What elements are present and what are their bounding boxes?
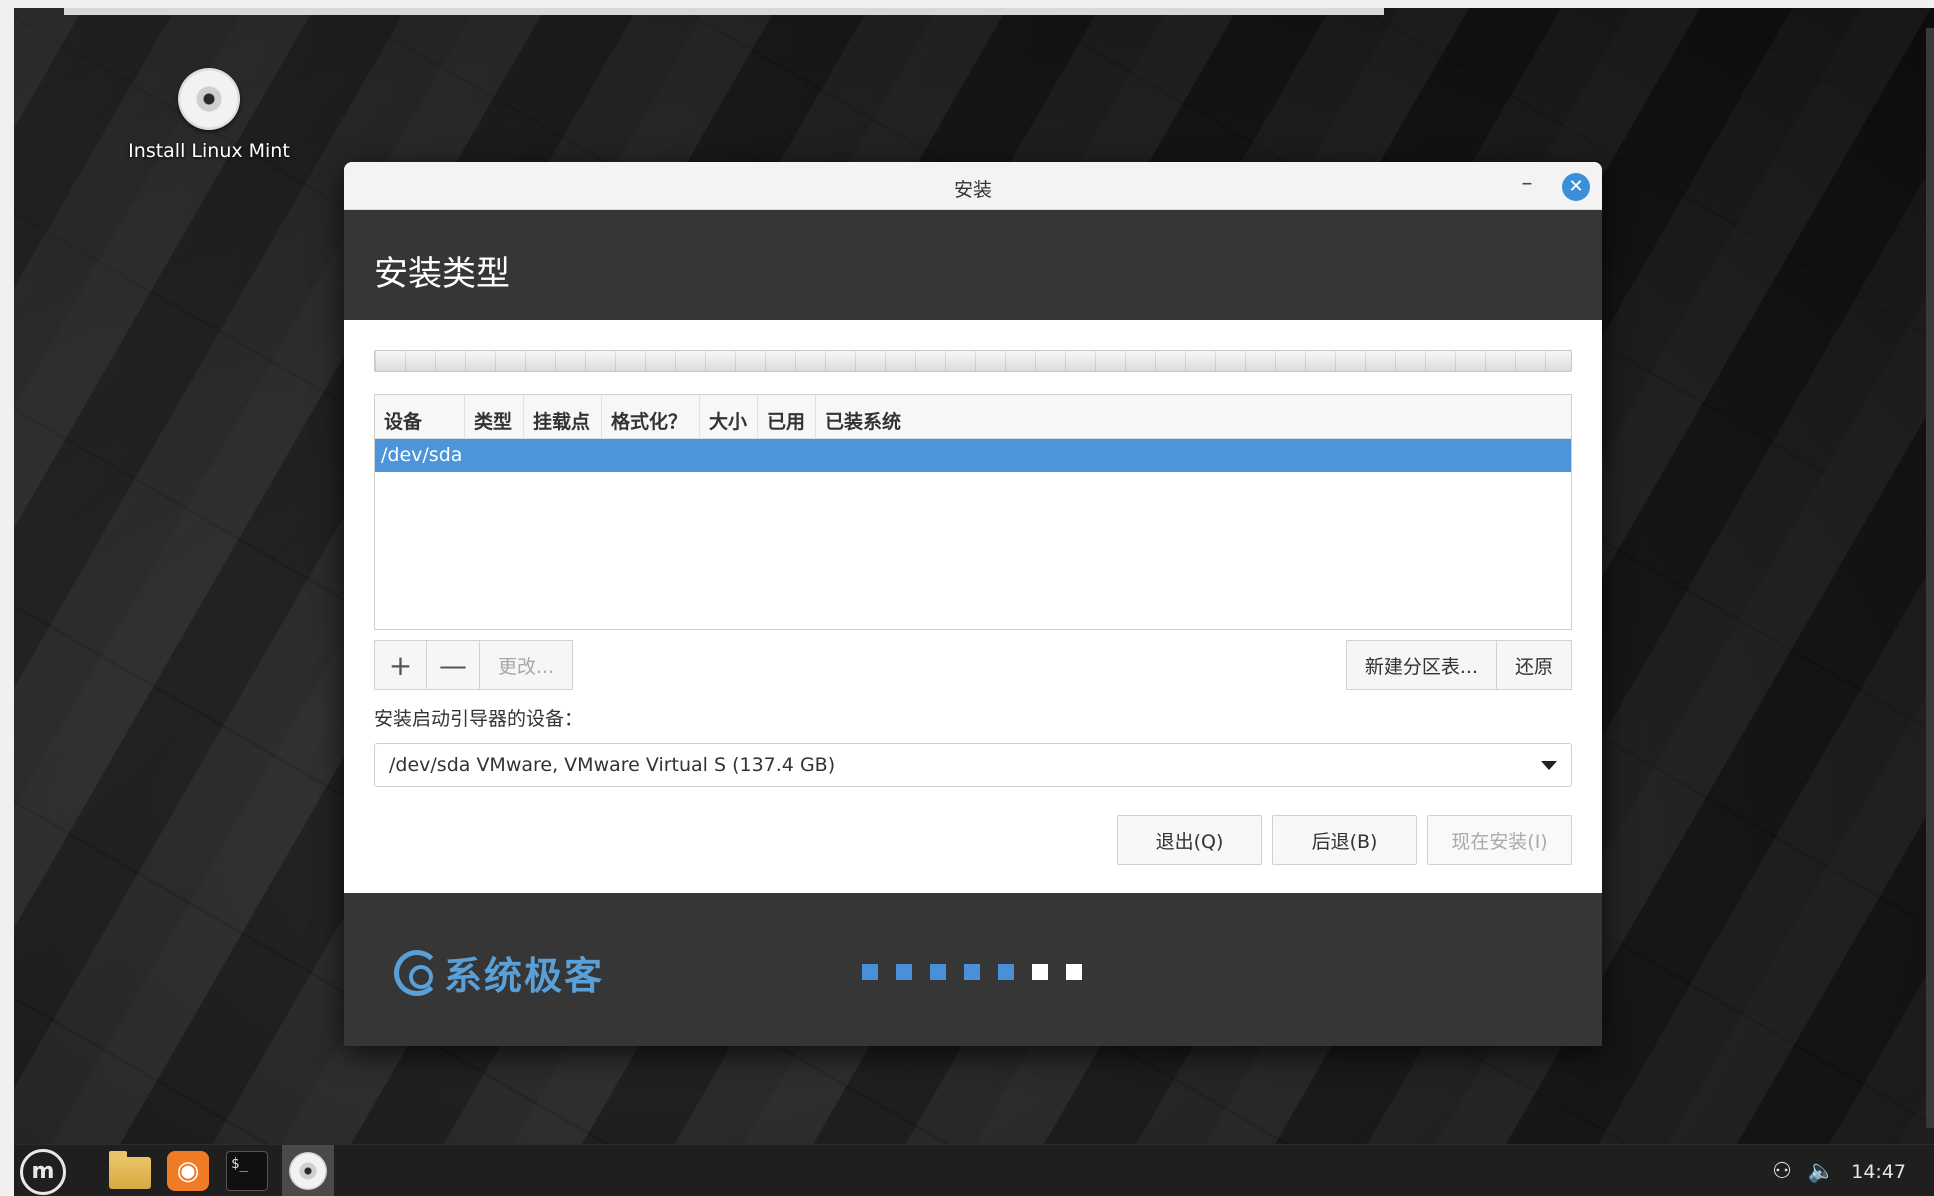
action-buttons: 退出(Q) 后退(B) 现在安装(I): [1117, 815, 1572, 865]
bootloader-selected-value: /dev/sda VMware, VMware Virtual S (137.4…: [389, 754, 836, 776]
column-header-device[interactable]: 设备: [375, 395, 465, 438]
column-header-format[interactable]: 格式化？: [602, 395, 700, 438]
dropdown-arrow-icon: [1541, 760, 1557, 770]
quit-button[interactable]: 退出(Q): [1117, 815, 1262, 865]
terminal-icon[interactable]: $_: [226, 1151, 268, 1191]
brand-logo-icon: [394, 949, 440, 996]
column-header-size[interactable]: 大小: [700, 395, 758, 438]
disc-icon: [178, 68, 240, 130]
partition-bar: [374, 350, 1572, 372]
step-dot-done: [998, 964, 1014, 980]
step-dot-done: [964, 964, 980, 980]
desktop: Install Linux Mint 安装 – ✕ 安装类型 设备 类型 挂载点…: [14, 8, 1934, 1196]
step-dot-done: [930, 964, 946, 980]
install-now-button[interactable]: 现在安装(I): [1427, 815, 1572, 865]
bootloader-device-select[interactable]: /dev/sda VMware, VMware Virtual S (137.4…: [374, 743, 1572, 787]
table-button-group: 新建分区表... 还原: [1345, 640, 1572, 690]
new-partition-table-button[interactable]: 新建分区表...: [1345, 640, 1497, 690]
volume-icon[interactable]: 🔈: [1808, 1159, 1835, 1184]
network-icon[interactable]: ⚇: [1772, 1159, 1792, 1184]
step-dot-done: [896, 964, 912, 980]
revert-button[interactable]: 还原: [1496, 640, 1572, 690]
edit-button-group: + — 更改...: [374, 640, 574, 690]
back-button[interactable]: 后退(B): [1272, 815, 1417, 865]
remove-partition-button[interactable]: —: [427, 640, 480, 690]
installer-disc-icon: [289, 1152, 327, 1190]
column-header-system[interactable]: 已装系统: [816, 395, 1571, 438]
installer-window: 安装 – ✕ 安装类型 设备 类型 挂载点 格式化？ 大小 已用 已装系统 /d…: [344, 162, 1602, 1046]
firefox-icon[interactable]: ◉: [167, 1151, 209, 1191]
content-area: 设备 类型 挂载点 格式化？ 大小 已用 已装系统 /dev/sda + — 更…: [344, 320, 1602, 893]
close-button[interactable]: ✕: [1562, 173, 1590, 201]
row-device: /dev/sda: [381, 444, 463, 466]
desktop-icon-label: Install Linux Mint: [128, 140, 290, 162]
system-tray: ⚇ 🔈 14:47: [1772, 1159, 1906, 1184]
mint-menu-button[interactable]: m: [20, 1149, 66, 1195]
bootloader-label: 安装启动引导器的设备：: [374, 708, 584, 730]
installer-footer: 系统极客: [344, 893, 1602, 1046]
partition-table: 设备 类型 挂载点 格式化？ 大小 已用 已装系统 /dev/sda: [374, 394, 1572, 630]
title-bar[interactable]: 安装 – ✕: [344, 162, 1602, 210]
step-dot-done: [862, 964, 878, 980]
step-dot-pending: [1066, 964, 1082, 980]
brand-text: 系统极客: [444, 954, 605, 998]
table-row[interactable]: /dev/sda: [375, 439, 1571, 472]
top-strip: [64, 8, 1384, 15]
column-header-mount-point[interactable]: 挂载点: [524, 395, 602, 438]
window-title: 安装: [953, 179, 992, 201]
column-header-used[interactable]: 已用: [758, 395, 816, 438]
clock[interactable]: 14:47: [1851, 1161, 1906, 1183]
brand-watermark: 系统极客: [394, 945, 604, 1000]
partition-toolbar: + — 更改... 新建分区表... 还原: [374, 640, 1572, 690]
installer-task-button[interactable]: [282, 1145, 334, 1196]
page-title: 安装类型: [374, 254, 510, 294]
column-header-type[interactable]: 类型: [465, 395, 524, 438]
desktop-icon-install-linux-mint[interactable]: Install Linux Mint: [114, 68, 304, 162]
table-header: 设备 类型 挂载点 格式化？ 大小 已用 已装系统: [375, 395, 1571, 439]
files-folder-icon[interactable]: [109, 1151, 151, 1189]
step-progress-indicator: [862, 964, 1082, 980]
step-dot-pending: [1032, 964, 1048, 980]
page-header: 安装类型: [344, 210, 1602, 320]
right-edge-scrollbar: [1926, 28, 1934, 1128]
change-partition-button[interactable]: 更改...: [480, 640, 574, 690]
taskbar: m ◉ $_ ⚇ 🔈 14:47: [14, 1144, 1934, 1196]
add-partition-button[interactable]: +: [374, 640, 427, 690]
minimize-button[interactable]: –: [1514, 171, 1540, 197]
